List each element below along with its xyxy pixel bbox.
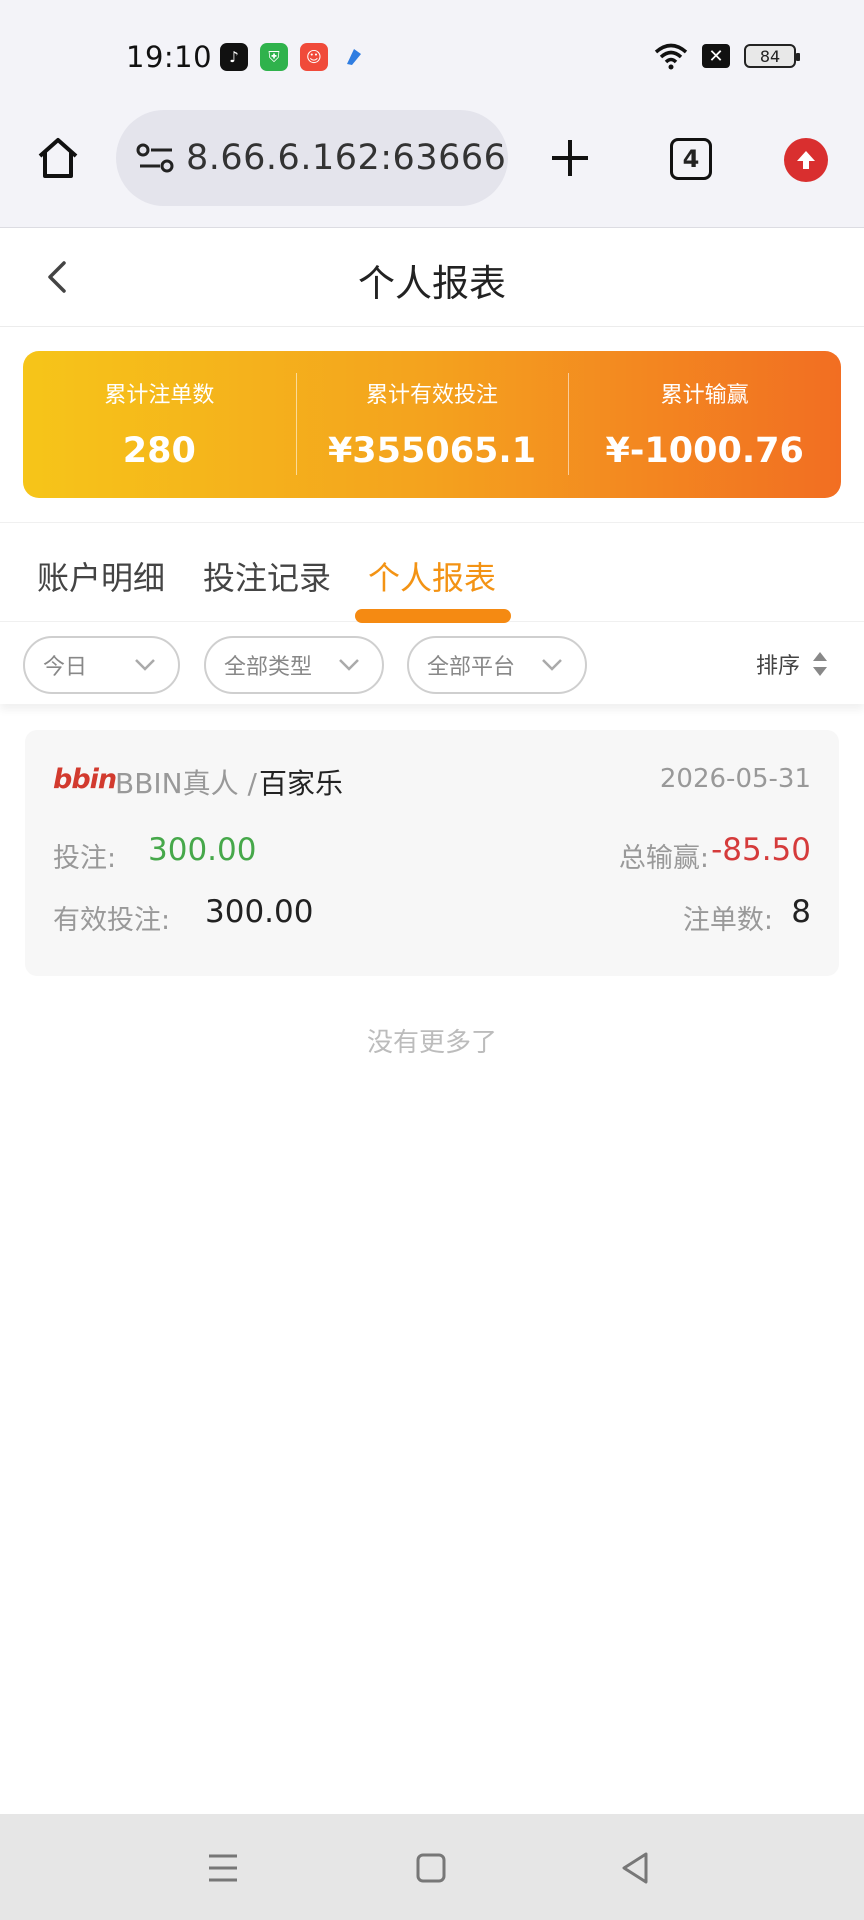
- sort-button[interactable]: 排序: [756, 648, 828, 680]
- new-tab-icon[interactable]: [548, 136, 592, 180]
- notification-icons: ♪ ⛨ ☺: [220, 43, 368, 71]
- summary-value: ¥355065.1: [327, 431, 537, 471]
- summary-label: 累计有效投注: [366, 383, 499, 408]
- blue-app-icon: [340, 43, 368, 71]
- summary-label: 累计注单数: [104, 383, 215, 408]
- summary-bet-count: 累计注单数 280: [23, 351, 296, 498]
- browser-toolbar: ​8.66.6.162:63666 4: [0, 110, 864, 228]
- valid-bet-amount: 300.00: [205, 894, 314, 930]
- winloss-amount: -85.50: [711, 832, 811, 868]
- type-filter-label: 全部类型: [224, 655, 313, 680]
- list-end-text: 没有更多了: [366, 1028, 497, 1058]
- sort-icon: [813, 652, 827, 676]
- summary-card: 累计注单数 280 累计有效投注 ¥355065.1 累计输赢 ¥-1000.7…: [23, 351, 841, 498]
- sort-label: 排序: [755, 654, 800, 679]
- tab-personal-report[interactable]: 个人报表: [368, 553, 496, 599]
- provider-name: BBIN真人 /: [115, 767, 257, 800]
- report-card[interactable]: bbin BBIN真人 / 百家乐 2026-05-31 投注: 300.00 …: [25, 730, 839, 976]
- page-header: 个人报表: [0, 229, 864, 327]
- bet-count-value: 8: [791, 894, 811, 930]
- menu-icon[interactable]: [203, 1848, 243, 1888]
- active-tab-indicator: [355, 609, 511, 623]
- tab-account-details[interactable]: 账户明细: [37, 553, 165, 599]
- summary-valid-bet: 累计有效投注 ¥355065.1: [295, 351, 569, 498]
- chevron-down-icon: [542, 659, 562, 671]
- system-nav-bar: [0, 1814, 864, 1920]
- battery-level: 84: [759, 46, 781, 66]
- chevron-down-icon: [135, 659, 155, 671]
- no-sim-icon: ✕: [702, 44, 730, 68]
- filter-bar: 今日 全部类型 全部平台 排序: [0, 624, 864, 704]
- url-text[interactable]: ​8.66.6.162:63666: [186, 138, 506, 178]
- back-triangle-icon[interactable]: [616, 1848, 656, 1888]
- battery-icon: 84: [744, 44, 800, 68]
- tiktok-icon: ♪: [220, 43, 248, 71]
- summary-label: 累计输赢: [660, 383, 749, 408]
- page-title: 个人报表: [358, 262, 506, 305]
- platform-filter-dropdown[interactable]: 全部平台: [407, 636, 587, 694]
- summary-winloss: 累计输赢 ¥-1000.76: [568, 351, 841, 498]
- people-app-icon: ☺: [300, 43, 328, 71]
- bet-label: 投注:: [53, 843, 117, 874]
- bbin-logo: bbin: [53, 764, 117, 795]
- tab-switcher-button[interactable]: 4: [670, 138, 712, 180]
- address-bar[interactable]: ​8.66.6.162:63666: [116, 110, 508, 206]
- site-settings-icon[interactable]: [136, 142, 176, 174]
- home-icon[interactable]: [34, 134, 82, 182]
- bet-count-label: 注单数:: [682, 905, 773, 936]
- shield-app-icon: ⛨: [260, 43, 288, 71]
- chevron-down-icon: [339, 659, 359, 671]
- tab-bet-records[interactable]: 投注记录: [203, 553, 331, 599]
- platform-filter-label: 全部平台: [427, 655, 516, 680]
- bet-amount: 300.00: [148, 832, 257, 868]
- valid-bet-label: 有效投注:: [53, 905, 171, 936]
- wifi-icon: [654, 43, 688, 70]
- tab-bar: 账户明细 投注记录 个人报表: [0, 522, 864, 623]
- update-icon[interactable]: [784, 138, 828, 182]
- type-filter-dropdown[interactable]: 全部类型: [204, 636, 384, 694]
- record-date: 2026-05-31: [659, 764, 811, 794]
- date-filter-label: 今日: [43, 655, 88, 680]
- home-square-icon[interactable]: [411, 1848, 451, 1888]
- game-name: 百家乐: [259, 767, 344, 800]
- winloss-label: 总输赢:: [618, 843, 709, 874]
- date-filter-dropdown[interactable]: 今日: [23, 636, 180, 694]
- system-status: ✕ 84: [654, 42, 800, 70]
- summary-value: ¥-1000.76: [605, 431, 804, 471]
- summary-value: 280: [122, 431, 196, 471]
- clock: 19:10: [126, 40, 213, 74]
- status-bar: 19:10 ♪ ⛨ ☺ ✕ 84: [0, 0, 864, 110]
